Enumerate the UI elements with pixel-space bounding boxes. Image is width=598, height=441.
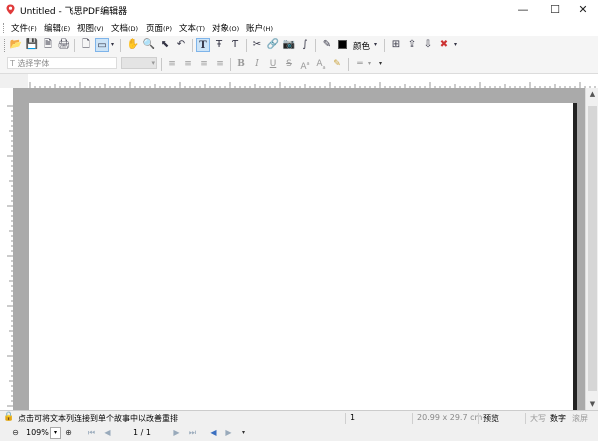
status-bar: 🔒 点击可将文本列连接到单个故事中以改善重排 1 20.99 x 29.7 cm… xyxy=(0,410,598,425)
insert-page-icon[interactable]: ⊞ xyxy=(389,38,403,52)
scroll-up-icon[interactable]: ▲ xyxy=(586,88,598,100)
font-select[interactable]: 𝖳 选择字体 xyxy=(7,57,117,69)
page-icon[interactable]: 🗋 xyxy=(79,38,93,52)
menu-account[interactable]: 账户(H) xyxy=(246,22,273,34)
subscript-icon[interactable]: Aa xyxy=(314,57,328,71)
eyedropper-icon[interactable]: ✎ xyxy=(320,38,334,52)
horizontal-ruler xyxy=(28,74,598,89)
justify-icon[interactable]: ≡ xyxy=(213,57,227,71)
export-page-icon[interactable]: ⇩ xyxy=(421,38,435,52)
menu-view[interactable]: 视图(V) xyxy=(77,22,104,34)
underline-icon[interactable]: U xyxy=(266,57,280,71)
status-preview[interactable]: 预览 xyxy=(483,413,499,424)
forward-icon[interactable]: ▶ xyxy=(223,427,234,438)
camera-icon[interactable]: 📷 xyxy=(282,38,296,52)
shape-icon[interactable]: ∫ xyxy=(298,38,312,52)
color-swatch[interactable] xyxy=(338,40,347,49)
extract-page-icon[interactable]: ⇪ xyxy=(405,38,419,52)
zoom-tool-icon[interactable]: 🔍 xyxy=(142,38,156,52)
format-toolbar: 𝖳 选择字体 ▾ ≡ ≡ ≡ ≡ B I U S Aa Aa ✎ ═ ▾ ▾ xyxy=(0,55,598,74)
menubar-grip[interactable] xyxy=(3,23,6,33)
strikethrough-icon[interactable]: S xyxy=(282,57,296,71)
pdf-app-icon xyxy=(5,4,16,15)
page-view-dropdown-icon[interactable]: ▾ xyxy=(109,38,116,52)
status-page-size: 20.99 x 29.7 cm xyxy=(417,413,483,422)
status-num: 数字 xyxy=(550,414,566,423)
close-button[interactable]: ✕ xyxy=(568,0,598,20)
menu-document[interactable]: 文档(D) xyxy=(111,22,138,34)
print-icon[interactable]: 🖨 xyxy=(57,38,71,52)
delete-page-icon[interactable]: ✖ xyxy=(437,38,451,52)
menu-bar: 文件(F) 编辑(E) 视图(V) 文档(D) 页面(P) 文本(T) 对象(O… xyxy=(0,20,598,36)
status-page-number: 1 xyxy=(350,413,356,422)
main-toolbar: 📂 💾 🗎 🖨 🗋 ▭ ▾ ✋ 🔍 ⬉ ↶ T Ŧ Ƭ ✂ 🔗 📷 ∫ ✎ 颜色… xyxy=(0,36,598,56)
vertical-ruler xyxy=(0,88,14,410)
highlight-icon[interactable]: ✎ xyxy=(330,57,344,71)
save-as-icon[interactable]: 🗎 xyxy=(41,38,55,52)
crop-icon[interactable]: ✂ xyxy=(250,38,264,52)
zoom-dropdown-icon[interactable]: ▾ xyxy=(50,427,61,439)
menu-file[interactable]: 文件(F) xyxy=(11,22,37,34)
color-dropdown-icon[interactable]: ▾ xyxy=(372,38,379,52)
color-label[interactable]: 颜色 xyxy=(353,40,370,52)
next-page-icon[interactable]: ▶ xyxy=(171,427,182,438)
superscript-icon[interactable]: Aa xyxy=(298,57,312,72)
status-hint: 点击可将文本列连接到单个故事中以改善重排 xyxy=(18,414,178,423)
maximize-button[interactable]: ☐ xyxy=(540,0,570,20)
page-indicator[interactable]: 1 / 1 xyxy=(133,428,151,437)
scroll-thumb[interactable] xyxy=(588,106,597,391)
undo-icon[interactable]: ↶ xyxy=(174,38,188,52)
open-icon[interactable]: 📂 xyxy=(9,38,23,52)
vertical-scrollbar[interactable]: ▲ ▼ xyxy=(585,88,598,410)
hand-tool-icon[interactable]: ✋ xyxy=(126,38,140,52)
italic-icon[interactable]: I xyxy=(250,57,264,71)
text-box-icon[interactable]: Ŧ xyxy=(212,38,226,52)
vertical-text-icon[interactable]: Ƭ xyxy=(228,38,242,52)
menu-edit[interactable]: 编辑(E) xyxy=(44,22,70,34)
text-tool-icon[interactable]: T xyxy=(196,38,210,52)
page-tools-dropdown-icon[interactable]: ▾ xyxy=(452,38,459,52)
font-size-select[interactable]: ▾ xyxy=(121,57,157,69)
align-right-icon[interactable]: ≡ xyxy=(197,57,211,71)
last-page-icon[interactable]: ⏭ xyxy=(187,427,198,438)
zoom-in-icon[interactable]: ⊕ xyxy=(63,427,74,438)
back-icon[interactable]: ◀ xyxy=(208,427,219,438)
previous-page-icon[interactable]: ◀ xyxy=(102,427,113,438)
status-caps: 大写 xyxy=(530,414,546,423)
save-icon[interactable]: 💾 xyxy=(25,38,39,52)
minimize-button[interactable]: — xyxy=(508,0,538,20)
navigation-bar: ⊖ 109% ▾ ⊕ ⏮ ◀ 1 / 1 ▶ ⏭ ◀ ▶ ▾ xyxy=(0,424,598,441)
history-dropdown-icon[interactable]: ▾ xyxy=(238,427,249,438)
toolbar-overflow-icon[interactable]: ▾ xyxy=(377,57,384,71)
window-title: Untitled - 飞思PDF编辑器 xyxy=(20,7,128,17)
align-left-icon[interactable]: ≡ xyxy=(165,57,179,71)
document-canvas[interactable] xyxy=(13,88,585,412)
first-page-icon[interactable]: ⏮ xyxy=(86,427,97,438)
align-center-icon[interactable]: ≡ xyxy=(181,57,195,71)
menu-text[interactable]: 文本(T) xyxy=(179,22,205,34)
line-style-icon[interactable]: ═ xyxy=(353,57,367,71)
page-view-icon[interactable]: ▭ xyxy=(95,38,109,52)
status-scroll: 滚屏 xyxy=(572,414,588,423)
menu-page[interactable]: 页面(P) xyxy=(146,22,172,34)
pdf-page[interactable] xyxy=(29,103,577,412)
bold-icon[interactable]: B xyxy=(234,57,248,71)
scroll-down-icon[interactable]: ▼ xyxy=(586,398,598,410)
line-style-dropdown-icon[interactable]: ▾ xyxy=(366,57,373,71)
zoom-out-icon[interactable]: ⊖ xyxy=(10,427,21,438)
zoom-level[interactable]: 109% xyxy=(26,428,49,437)
lock-icon: 🔒 xyxy=(3,412,15,422)
menu-object[interactable]: 对象(O) xyxy=(212,22,239,34)
select-tool-icon[interactable]: ⬉ xyxy=(158,38,172,52)
link-icon[interactable]: 🔗 xyxy=(266,38,280,52)
title-bar: Untitled - 飞思PDF编辑器 — ☐ ✕ xyxy=(0,0,598,20)
